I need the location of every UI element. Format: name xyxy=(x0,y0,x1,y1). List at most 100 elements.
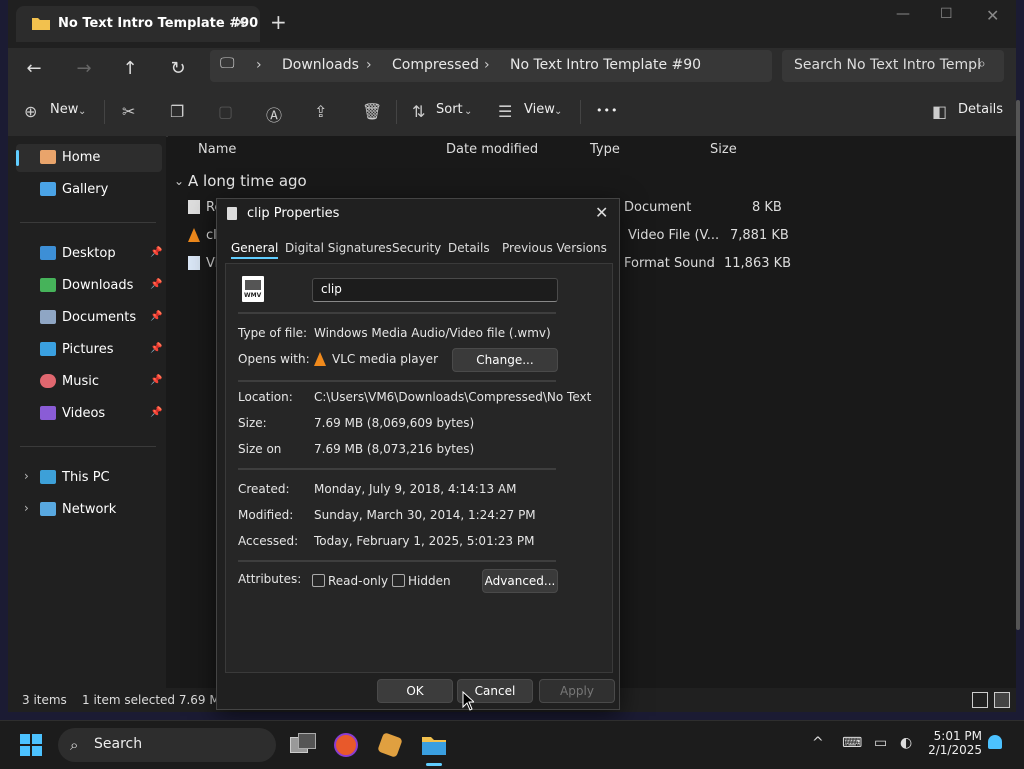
group-header[interactable]: A long time ago xyxy=(188,172,307,190)
size-on-disk-value: 7.69 MB (8,073,216 bytes) xyxy=(314,442,475,456)
sidebar-item-this-pc[interactable]: › This PC xyxy=(16,464,162,492)
search-input[interactable]: Search No Text Intro Templ xyxy=(794,57,981,73)
breadcrumb-compressed[interactable]: Compressed xyxy=(392,57,479,73)
sidebar-item-home[interactable]: Home xyxy=(16,144,162,172)
sidebar-item-gallery[interactable]: Gallery xyxy=(16,176,162,204)
close-icon[interactable]: ✕ xyxy=(595,203,608,222)
sidebar-item-desktop[interactable]: Desktop 📌 xyxy=(16,240,162,268)
document-icon xyxy=(188,200,200,214)
sidebar-item-pictures[interactable]: Pictures 📌 xyxy=(16,336,162,364)
column-header-name[interactable]: Name xyxy=(198,142,236,157)
tab-security[interactable]: Security xyxy=(392,241,441,255)
file-name-value[interactable]: clip xyxy=(321,282,342,296)
vlc-icon xyxy=(314,352,326,366)
readonly-label[interactable]: Read-only xyxy=(328,574,388,588)
details-button[interactable]: Details xyxy=(958,102,1003,117)
breadcrumb-downloads[interactable]: Downloads xyxy=(282,57,359,73)
sidebar-item-documents[interactable]: Documents 📌 xyxy=(16,304,162,332)
pin-icon: 📌 xyxy=(150,247,163,258)
more-options-button[interactable]: ••• xyxy=(596,104,618,117)
back-button[interactable]: ← xyxy=(20,54,48,82)
column-header-date[interactable]: Date modified xyxy=(446,142,538,157)
sidebar-item-label: Network xyxy=(62,502,117,517)
type-value: Windows Media Audio/Video file (.wmv) xyxy=(314,326,551,340)
sidebar-item-network[interactable]: › Network xyxy=(16,496,162,524)
item-count: 3 items xyxy=(22,693,67,707)
sidebar-item-label: Pictures xyxy=(62,342,114,357)
sidebar-item-label: Documents xyxy=(62,310,137,325)
start-button[interactable] xyxy=(20,734,42,756)
tab-general[interactable]: General xyxy=(231,241,279,259)
tab-previous-versions[interactable]: Previous Versions xyxy=(502,241,607,255)
chevron-up-icon[interactable]: ^ xyxy=(812,735,824,751)
chevron-down-icon[interactable]: ⌄ xyxy=(174,174,184,188)
divider xyxy=(238,468,556,470)
tab-close-icon[interactable]: ✕ xyxy=(234,13,247,32)
tiles-view-icon[interactable] xyxy=(994,692,1010,708)
toolbar-divider xyxy=(104,100,105,124)
size-on-disk-label: Size on xyxy=(238,442,282,456)
refresh-button[interactable]: ↻ xyxy=(164,54,192,82)
pin-icon: 📌 xyxy=(150,375,163,386)
file-name-field[interactable]: clip xyxy=(312,278,558,302)
up-button[interactable]: ↑ xyxy=(116,54,144,82)
copy-icon[interactable]: ❐ xyxy=(170,102,184,121)
task-view-icon[interactable] xyxy=(286,729,318,761)
volume-icon[interactable]: ◐ xyxy=(900,735,912,751)
chevron-right-icon[interactable]: › xyxy=(24,469,29,483)
file-explorer-taskbar-icon[interactable] xyxy=(418,729,450,766)
sort-button[interactable]: Sort xyxy=(436,102,463,117)
readonly-checkbox[interactable] xyxy=(312,574,325,587)
ok-button[interactable]: OK xyxy=(377,679,453,703)
new-tab-button[interactable]: + xyxy=(270,10,287,34)
search-box[interactable]: Search No Text Intro Templ ⌕ xyxy=(782,50,1004,82)
sidebar-item-label: Downloads xyxy=(62,278,134,293)
arrow-up-icon: ↑ xyxy=(122,57,138,79)
view-button[interactable]: View xyxy=(524,102,555,117)
app-icon[interactable] xyxy=(374,729,406,761)
forward-button[interactable]: → xyxy=(70,54,98,82)
sidebar-item-music[interactable]: Music 📌 xyxy=(16,368,162,396)
keyboard-icon[interactable]: ⌨ xyxy=(842,735,862,751)
vertical-scrollbar[interactable] xyxy=(1016,100,1020,630)
tab-current-folder[interactable]: No Text Intro Template #90 ✕ xyxy=(16,6,260,42)
hidden-label[interactable]: Hidden xyxy=(408,574,451,588)
breadcrumb-separator-icon: › xyxy=(484,57,490,73)
clock[interactable]: 5:01 PM 2/1/2025 xyxy=(926,729,982,757)
documents-icon xyxy=(40,310,56,324)
taskbar: ⌕ Search ^ ⌨ ▭ ◐ 5:01 PM 2/1/2025 xyxy=(0,720,1024,769)
paste-icon[interactable]: ▢ xyxy=(218,102,233,121)
rename-icon[interactable]: Ⓐ xyxy=(266,102,282,126)
address-bar[interactable]: 🖵 › Downloads › Compressed › No Text Int… xyxy=(210,50,772,82)
change-button[interactable]: Change... xyxy=(452,348,558,372)
sidebar-item-downloads[interactable]: Downloads 📌 xyxy=(16,272,162,300)
share-icon[interactable]: ⇪ xyxy=(314,102,327,121)
details-view-icon[interactable] xyxy=(972,692,988,708)
network-icon[interactable]: ▭ xyxy=(874,735,887,751)
pin-icon: 📌 xyxy=(150,407,163,418)
minimize-button[interactable]: — xyxy=(896,6,910,22)
apply-button[interactable]: Apply xyxy=(539,679,615,703)
breadcrumb-current[interactable]: No Text Intro Template #90 xyxy=(510,57,701,73)
location-label: Location: xyxy=(238,390,293,404)
size-value: 7.69 MB (8,069,609 bytes) xyxy=(314,416,475,430)
column-header-size[interactable]: Size xyxy=(710,142,737,157)
close-window-button[interactable]: ✕ xyxy=(986,6,999,25)
location-value: C:\Users\VM6\Downloads\Compressed\No Tex… xyxy=(314,390,592,404)
cut-icon[interactable]: ✂ xyxy=(122,102,135,121)
view-icon: ☰ xyxy=(498,102,513,121)
column-header-type[interactable]: Type xyxy=(590,142,620,157)
new-button[interactable]: New xyxy=(50,102,78,117)
chevron-right-icon[interactable]: › xyxy=(24,501,29,515)
created-label: Created: xyxy=(238,482,290,496)
sidebar-item-videos[interactable]: Videos 📌 xyxy=(16,400,162,428)
hidden-checkbox[interactable] xyxy=(392,574,405,587)
tab-digital-signatures[interactable]: Digital Signatures xyxy=(285,241,392,255)
notification-bell-icon[interactable] xyxy=(988,735,1002,749)
tab-details[interactable]: Details xyxy=(448,241,490,255)
delete-icon[interactable]: 🗑 xyxy=(362,102,382,121)
taskbar-search[interactable]: ⌕ Search xyxy=(58,728,276,762)
firefox-icon[interactable] xyxy=(330,729,362,761)
maximize-button[interactable]: ☐ xyxy=(940,6,953,22)
advanced-button[interactable]: Advanced... xyxy=(482,569,558,593)
